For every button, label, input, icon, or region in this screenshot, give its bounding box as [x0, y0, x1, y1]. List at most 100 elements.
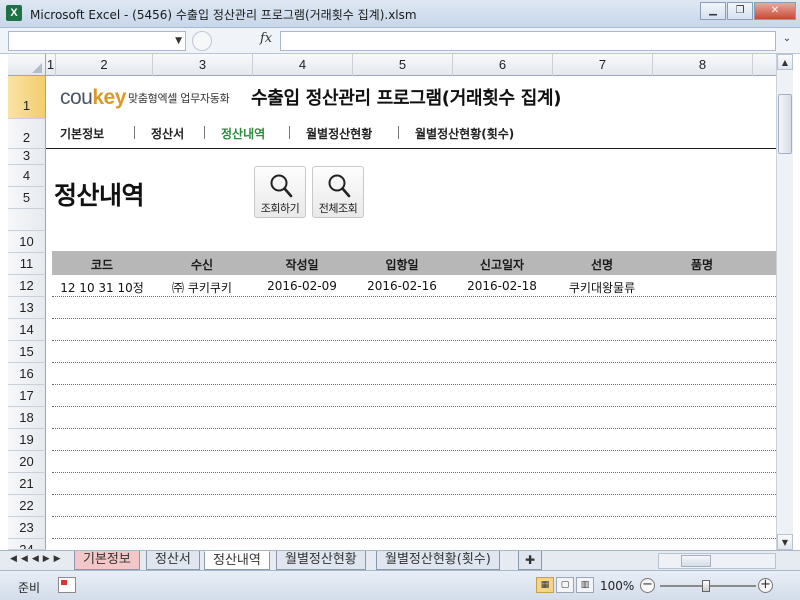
column-header[interactable]: 6 [453, 54, 553, 76]
tab-monthly-status-count[interactable]: 월별정산현황(횟수) [376, 551, 500, 570]
zoom-slider-thumb[interactable] [702, 580, 710, 592]
column-header-declaration-date: 신고일자 [479, 258, 525, 272]
row-header[interactable]: 10 [8, 231, 46, 253]
page-layout-view-icon[interactable]: ▢ [556, 577, 574, 593]
row-header[interactable]: 16 [8, 363, 46, 385]
status-bar: 준비 ▦ ▢ ▥ 100% − + [0, 570, 800, 600]
formula-bar-resize-handle[interactable] [192, 31, 212, 51]
normal-view-icon[interactable]: ▦ [536, 577, 554, 593]
table-row[interactable] [52, 341, 776, 363]
row-header[interactable]: 21 [8, 473, 46, 495]
close-button[interactable]: ✕ [754, 2, 796, 20]
row-header[interactable]: 17 [8, 385, 46, 407]
row-header[interactable]: 24 [8, 539, 46, 550]
column-header[interactable]: 2 [56, 54, 153, 76]
tab-scroll-arrows-icon[interactable]: ◀◀◀▶▶ [10, 554, 65, 564]
table-row[interactable] [52, 473, 776, 495]
horizontal-scroll-thumb[interactable] [681, 555, 711, 567]
restore-button[interactable]: ❐ [727, 2, 753, 20]
search-all-button[interactable]: 전체조회 [312, 166, 364, 218]
table-row[interactable] [52, 297, 776, 319]
formula-input[interactable] [280, 31, 776, 51]
row-header[interactable]: 18 [8, 407, 46, 429]
nav-monthly-status[interactable]: 월별정산현황 [306, 125, 372, 142]
row-header[interactable]: 3 [8, 149, 46, 165]
cell-recipient[interactable]: ㈜ 쿠키쿠키 [152, 279, 252, 296]
formula-bar-splitter [192, 31, 252, 51]
row-header[interactable]: 12 [8, 275, 46, 297]
tab-basic-info[interactable]: 기본정보 [74, 551, 140, 570]
section-title: 정산내역 [54, 181, 145, 210]
row-header[interactable]: 11 [8, 253, 46, 275]
row-header[interactable]: 15 [8, 341, 46, 363]
excel-app-icon[interactable]: X [6, 5, 22, 21]
row-header[interactable]: 1 [8, 76, 46, 119]
column-header[interactable]: 7 [553, 54, 653, 76]
table-row[interactable] [52, 363, 776, 385]
table-row[interactable] [52, 319, 776, 341]
table-row[interactable] [52, 451, 776, 473]
brand-subtitle: 맞춤형엑셀 업무자동화 [128, 92, 230, 105]
table-row[interactable]: 12 10 31 10정 ㈜ 쿠키쿠키 2016-02-09 2016-02-1… [52, 275, 776, 297]
scroll-down-icon[interactable]: ▼ [777, 534, 793, 550]
column-header[interactable]: 8 [653, 54, 753, 76]
row-header[interactable]: 22 [8, 495, 46, 517]
table-row[interactable] [52, 385, 776, 407]
nav-basic-info[interactable]: 기본정보 [60, 125, 104, 142]
cell-created-date[interactable]: 2016-02-09 [252, 279, 352, 293]
insert-function-icon[interactable]: fx [260, 31, 272, 46]
row-header[interactable]: 2 [8, 119, 46, 149]
insert-sheet-icon[interactable]: ✚ [518, 551, 543, 570]
window-title-bar: X Microsoft Excel - (5456) 수출입 정산관리 프로그램… [0, 0, 800, 28]
row-header[interactable]: 19 [8, 429, 46, 451]
cell-declaration-date[interactable]: 2016-02-18 [452, 279, 552, 293]
table-row[interactable] [52, 539, 776, 550]
column-header-created-date: 작성일 [285, 258, 319, 272]
expand-formula-bar-icon[interactable]: ⌄ [780, 33, 794, 49]
column-header[interactable]: 1 [46, 54, 56, 76]
column-header[interactable]: 4 [253, 54, 353, 76]
row-header[interactable]: 13 [8, 297, 46, 319]
table-row[interactable] [52, 429, 776, 451]
cell-vessel[interactable]: 쿠키대왕물류 [552, 279, 652, 296]
table-row[interactable] [52, 407, 776, 429]
cell-code[interactable]: 12 10 31 10정 [52, 279, 152, 296]
table-row[interactable] [52, 517, 776, 539]
nav-settlement-history[interactable]: 정산내역 [221, 125, 265, 142]
row-header[interactable]: 4 [8, 165, 46, 187]
chevron-down-icon[interactable]: ▼ [175, 36, 182, 46]
macro-record-icon[interactable] [58, 577, 76, 593]
nav-monthly-status-count[interactable]: 월별정산현황(횟수) [415, 125, 514, 142]
scroll-up-icon[interactable]: ▲ [777, 54, 793, 70]
column-header-vessel: 선명 [590, 258, 614, 272]
column-header-recipient: 수신 [190, 258, 214, 272]
zoom-in-icon[interactable]: + [758, 578, 773, 593]
zoom-out-icon[interactable]: − [640, 578, 655, 593]
magnifier-icon [270, 174, 293, 198]
row-header[interactable]: 5 [8, 187, 46, 209]
row-header[interactable]: 20 [8, 451, 46, 473]
search-button[interactable]: 조회하기 [254, 166, 306, 218]
coukey-logo: coukey [60, 86, 126, 110]
select-all-corner[interactable] [8, 54, 46, 76]
tab-monthly-status[interactable]: 월별정산현황 [276, 551, 366, 570]
page-title: 수출입 정산관리 프로그램(거래횟수 집계) [251, 88, 562, 109]
page-break-view-icon[interactable]: ▥ [576, 577, 594, 593]
cell-arrival-date[interactable]: 2016-02-16 [352, 279, 452, 293]
vertical-scroll-thumb[interactable] [778, 94, 792, 154]
nav-settlement[interactable]: 정산서 [151, 125, 184, 142]
vertical-scrollbar[interactable]: ▲ ▼ [776, 54, 793, 550]
column-header[interactable]: 3 [153, 54, 253, 76]
tab-settlement-history[interactable]: 정산내역 [204, 551, 270, 570]
minimize-button[interactable]: ▁ [700, 2, 726, 20]
brand-cou: cou [60, 86, 93, 109]
row-header[interactable]: 14 [8, 319, 46, 341]
horizontal-scrollbar[interactable] [658, 553, 776, 569]
column-header[interactable]: 5 [353, 54, 453, 76]
table-row[interactable] [52, 495, 776, 517]
tab-settlement[interactable]: 정산서 [146, 551, 200, 570]
cell-grid[interactable]: coukey 맞춤형엑셀 업무자동화 수출입 정산관리 프로그램(거래횟수 집계… [46, 76, 776, 550]
zoom-level[interactable]: 100% [600, 579, 634, 593]
name-box[interactable]: ▼ [8, 31, 186, 51]
row-header[interactable]: 23 [8, 517, 46, 539]
